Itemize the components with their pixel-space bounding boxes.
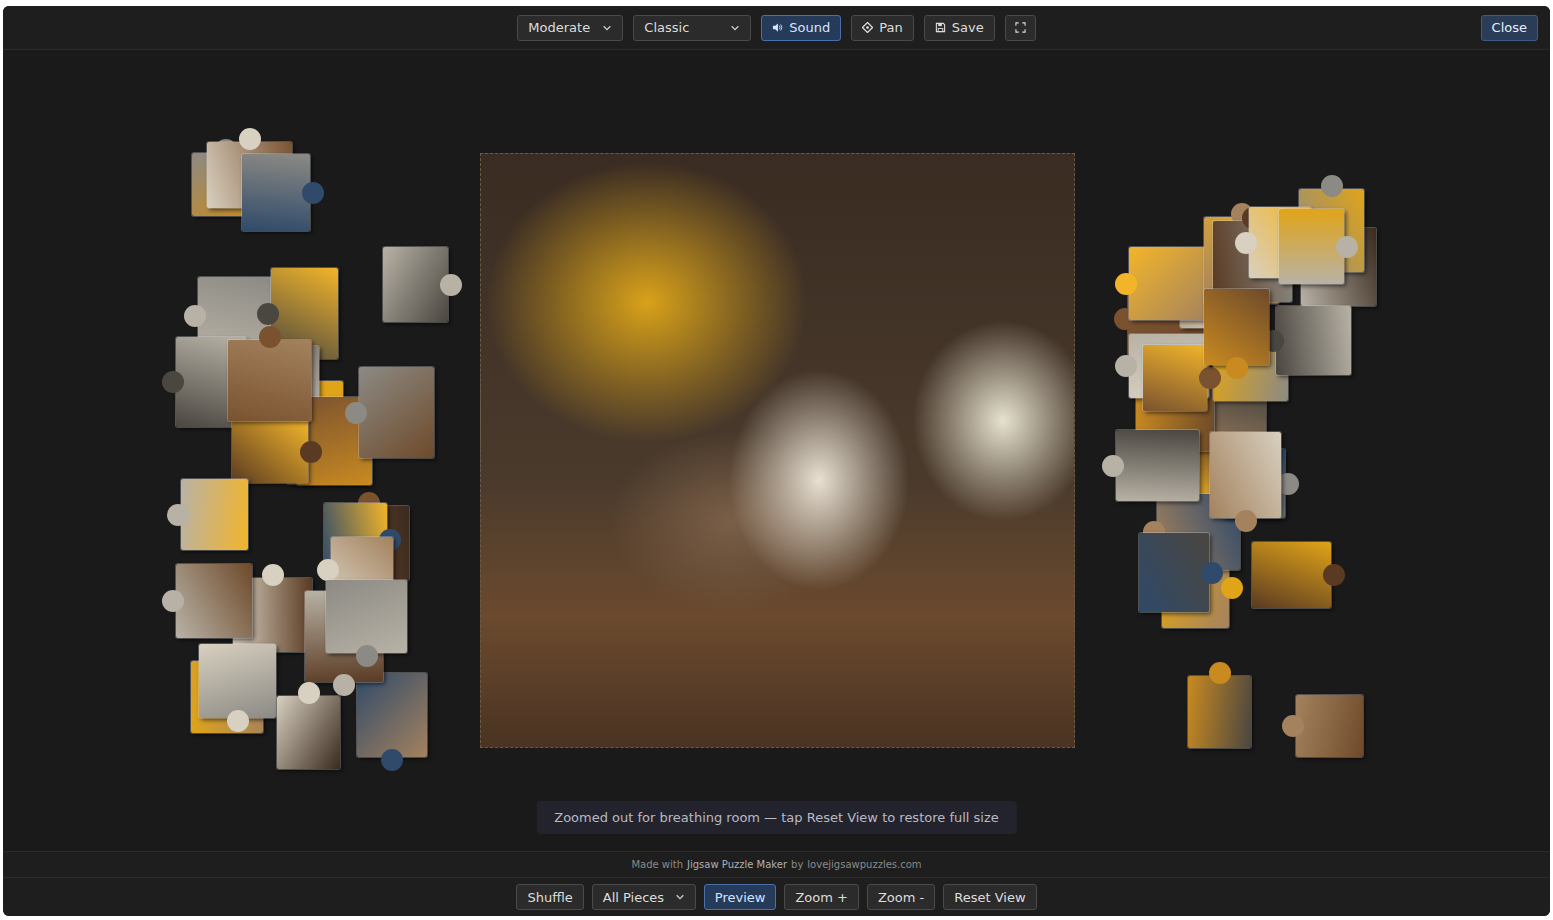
toast-message: Zoomed out for breathing room — tap Rese… <box>536 801 1017 834</box>
credit-line: Made with Jigsaw Puzzle Maker by lovejigsaw… <box>3 851 1550 878</box>
credit-link[interactable]: Jigsaw Puzzle Maker <box>687 859 787 870</box>
toolbar-right: Close <box>1481 15 1550 41</box>
fullscreen-button[interactable] <box>1005 15 1036 41</box>
puzzle-piece[interactable] <box>232 420 308 483</box>
chevron-down-icon <box>602 23 612 33</box>
chevron-down-icon <box>675 892 685 902</box>
chevron-down-icon <box>730 23 740 33</box>
piece-knob <box>1209 662 1231 684</box>
piece-knob <box>1115 273 1137 295</box>
chevron-icon <box>602 23 612 33</box>
piece-knob <box>162 371 184 393</box>
toolbar-controls: Moderate Classic Sound Pan Save <box>517 15 1035 41</box>
close-button[interactable]: Close <box>1481 15 1538 41</box>
piece-knob <box>1321 175 1343 197</box>
preview-button[interactable]: Preview <box>704 884 777 910</box>
puzzle-piece[interactable] <box>359 367 434 458</box>
save-button[interactable]: Save <box>924 15 995 41</box>
piece-knob <box>257 303 279 325</box>
puzzle-piece[interactable] <box>1210 432 1281 518</box>
piece-knob <box>167 504 189 526</box>
piece-knob <box>1226 357 1248 379</box>
top-toolbar: Moderate Classic Sound Pan Save Close <box>3 6 1550 50</box>
piece-knob <box>1199 367 1221 389</box>
piece-knob <box>345 402 367 424</box>
speaker-icon <box>772 22 783 33</box>
sound-button[interactable]: Sound <box>761 15 841 41</box>
piece-knob <box>1282 715 1304 737</box>
piece-knob <box>259 326 281 348</box>
piece-knob <box>1102 455 1124 477</box>
puzzle-piece[interactable] <box>1276 306 1351 375</box>
shuffle-button[interactable]: Shuffle <box>516 884 583 910</box>
puzzle-piece[interactable] <box>181 479 248 550</box>
button-label: Pan <box>879 20 902 35</box>
pan-button[interactable]: Pan <box>851 15 913 41</box>
piece-knob <box>239 128 261 150</box>
piece-knob <box>302 182 324 204</box>
select-value: Moderate <box>528 20 590 35</box>
puzzle-piece[interactable] <box>176 564 252 638</box>
puzzle-piece[interactable] <box>383 247 448 322</box>
difficulty-select[interactable]: Moderate <box>517 15 623 41</box>
fullscreen-icon <box>1015 22 1026 33</box>
reset-view-button[interactable]: Reset View <box>943 884 1036 910</box>
piece-knob <box>1336 236 1358 258</box>
puzzle-piece[interactable] <box>228 340 311 421</box>
puzzle-piece[interactable] <box>1143 345 1207 411</box>
move-icon <box>862 22 873 33</box>
puzzle-piece[interactable] <box>357 673 427 757</box>
puzzle-piece[interactable] <box>1129 247 1209 320</box>
puzzle-piece[interactable] <box>326 580 407 653</box>
puzzle-piece[interactable] <box>1279 209 1344 284</box>
piece-knob <box>300 441 322 463</box>
piece-knob <box>262 564 284 586</box>
puzzle-piece[interactable] <box>1116 430 1199 501</box>
chevron-icon <box>730 23 740 33</box>
puzzle-piece[interactable] <box>1188 676 1251 748</box>
piece-knob <box>440 274 462 296</box>
puzzle-piece[interactable] <box>199 644 276 718</box>
save-icon <box>935 22 946 33</box>
puzzle-piece[interactable] <box>1252 542 1331 608</box>
credit-text: by <box>791 859 803 870</box>
piece-knob <box>162 590 184 612</box>
puzzle-canvas[interactable]: Zoomed out for breathing room — tap Rese… <box>3 50 1550 851</box>
chevron-icon <box>675 892 685 902</box>
piece-knob <box>333 674 355 696</box>
puzzle-piece[interactable] <box>1204 289 1269 365</box>
piece-knob <box>1323 564 1345 586</box>
puzzle-piece[interactable] <box>1296 695 1363 757</box>
piece-knob <box>1235 510 1257 532</box>
piece-knob <box>317 559 339 581</box>
piece-knob <box>298 682 320 704</box>
style-select[interactable]: Classic <box>633 15 751 41</box>
piece-knob <box>1235 232 1257 254</box>
puzzle-board <box>480 153 1075 748</box>
credit-link[interactable]: lovejigsawpuzzles.com <box>807 859 921 870</box>
puzzle-piece[interactable] <box>277 696 340 769</box>
select-value: All Pieces <box>603 890 664 905</box>
piece-knob <box>1201 562 1223 584</box>
piece-knob <box>356 645 378 667</box>
puzzle-piece[interactable] <box>1139 533 1209 612</box>
zoom-in-button[interactable]: Zoom + <box>784 884 859 910</box>
button-label: Save <box>952 20 984 35</box>
puzzle-piece[interactable] <box>242 154 310 231</box>
pieces-filter-select[interactable]: All Pieces <box>592 884 696 910</box>
bottom-toolbar: Shuffle All Pieces Preview Zoom + Zoom - Rese… <box>3 878 1550 916</box>
piece-knob <box>1115 355 1137 377</box>
button-label: Sound <box>789 20 830 35</box>
piece-knob <box>227 710 249 732</box>
credit-text: Made with <box>631 859 683 870</box>
piece-knob <box>381 749 403 771</box>
piece-knob <box>184 305 206 327</box>
button-label: Preview <box>715 890 766 905</box>
piece-knob <box>1221 577 1243 599</box>
select-value: Classic <box>644 20 689 35</box>
zoom-out-button[interactable]: Zoom - <box>867 884 935 910</box>
